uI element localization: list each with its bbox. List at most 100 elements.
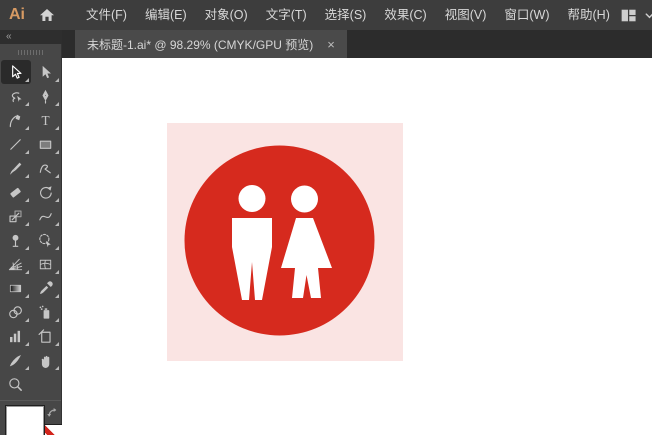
tool-width[interactable] <box>31 204 61 228</box>
swap-fill-stroke-icon <box>47 408 57 417</box>
flyout-indicator <box>54 150 59 154</box>
tool-rectangle[interactable] <box>31 132 61 156</box>
tools-panel: « T <box>0 30 63 435</box>
tool-shape-builder[interactable] <box>31 228 61 252</box>
lasso-tool-icon <box>11 91 22 102</box>
tool-artboard[interactable] <box>31 324 61 348</box>
rotate-tool-icon <box>40 185 52 199</box>
tool-blend[interactable] <box>1 300 31 324</box>
symbol-sprayer-tool-icon <box>39 305 50 319</box>
shape-builder-tool-icon <box>39 233 51 247</box>
flyout-indicator <box>24 126 29 130</box>
tool-grid: T <box>0 60 61 396</box>
eraser-tool-icon <box>10 187 21 197</box>
perspective-grid-tool-icon <box>8 258 23 270</box>
artwork-background-square[interactable] <box>167 123 403 361</box>
document-tab-title: 未标题-1.ai* @ 98.29% (CMYK/GPU 预览) <box>87 37 314 52</box>
flyout-indicator <box>54 78 59 82</box>
restroom-icon-artwork <box>184 145 375 336</box>
flyout-indicator <box>54 294 59 298</box>
flyout-indicator <box>24 78 29 82</box>
panel-collapse-strip[interactable]: « <box>0 30 62 44</box>
tool-shaper[interactable] <box>31 156 61 180</box>
menu-help[interactable]: 帮助(H) <box>559 0 619 30</box>
tool-knife[interactable] <box>1 348 31 372</box>
tool-hand[interactable] <box>31 348 61 372</box>
fill-stroke-swatches <box>0 400 63 435</box>
toolbar: T <box>0 44 63 435</box>
flyout-indicator <box>54 102 59 106</box>
puppet-warp-tool-icon <box>12 234 19 247</box>
paintbrush-tool-icon <box>10 162 22 175</box>
menu-view[interactable]: 视图(V) <box>436 0 496 30</box>
tool-eraser[interactable] <box>1 180 31 204</box>
tool-scale[interactable] <box>1 204 31 228</box>
shaper-tool-icon <box>39 164 51 173</box>
tool-empty-cell <box>31 372 61 396</box>
menu-window[interactable]: 窗口(W) <box>495 0 558 30</box>
swap-fill-stroke-button[interactable] <box>45 405 60 425</box>
chevron-down-icon <box>645 12 652 18</box>
width-tool-icon <box>39 212 52 220</box>
tool-mesh[interactable] <box>31 252 61 276</box>
flyout-indicator <box>54 198 59 202</box>
collapse-panel-icon: « <box>6 31 12 42</box>
toolbar-drag-handle[interactable] <box>17 50 44 55</box>
tool-direct-selection[interactable] <box>31 60 61 84</box>
flyout-indicator <box>54 318 59 322</box>
flyout-indicator <box>24 102 29 106</box>
pen-tool-icon <box>42 89 49 104</box>
document-tab[interactable]: 未标题-1.ai* @ 98.29% (CMYK/GPU 预览) × <box>75 30 347 58</box>
flyout-indicator <box>54 174 59 178</box>
tool-type[interactable]: T <box>31 108 61 132</box>
scale-tool-icon <box>9 209 22 222</box>
selection-tool-icon <box>12 64 22 79</box>
tool-lasso[interactable] <box>1 84 31 108</box>
flyout-indicator <box>54 126 59 130</box>
tool-line-segment[interactable] <box>1 132 31 156</box>
tool-puppet-warp[interactable] <box>1 228 31 252</box>
fill-swatch[interactable] <box>5 405 45 435</box>
menu-select[interactable]: 选择(S) <box>316 0 376 30</box>
tool-rotate[interactable] <box>31 180 61 204</box>
tool-column-graph[interactable] <box>1 324 31 348</box>
flyout-indicator <box>54 270 59 274</box>
rectangle-tool-icon <box>39 140 52 149</box>
tool-paintbrush[interactable] <box>1 156 31 180</box>
flyout-indicator <box>24 222 29 226</box>
flyout-indicator <box>24 318 29 322</box>
tool-perspective-grid[interactable] <box>1 252 31 276</box>
flyout-indicator <box>24 150 29 154</box>
canvas[interactable] <box>62 58 652 435</box>
svg-text:T: T <box>41 112 49 127</box>
tool-zoom[interactable] <box>1 372 31 396</box>
menu-effect[interactable]: 效果(C) <box>375 0 435 30</box>
flyout-indicator <box>24 198 29 202</box>
menu-object[interactable]: 对象(O) <box>196 0 257 30</box>
menu-file[interactable]: 文件(F) <box>77 0 136 30</box>
menu-edit[interactable]: 编辑(E) <box>136 0 196 30</box>
direct-selection-tool-icon <box>42 65 51 78</box>
tool-curvature[interactable] <box>1 108 31 132</box>
workspace-switcher-button[interactable] <box>619 6 638 25</box>
flyout-indicator <box>24 270 29 274</box>
tool-symbol-sprayer[interactable] <box>31 300 61 324</box>
hand-tool-icon <box>41 355 50 368</box>
type-tool-icon: T <box>41 112 49 127</box>
tool-gradient[interactable] <box>1 276 31 300</box>
menu-type[interactable]: 文字(T) <box>257 0 316 30</box>
tool-pen[interactable] <box>31 84 61 108</box>
blend-tool-icon <box>9 305 22 318</box>
home-button[interactable] <box>38 6 56 24</box>
close-tab-icon[interactable]: × <box>327 38 335 51</box>
knife-tool-icon <box>9 354 21 366</box>
illustrator-window: Ai 文件(F) 编辑(E) 对象(O) 文字(T) 选择(S) 效果(C) 视… <box>0 0 652 435</box>
tool-eyedropper[interactable] <box>31 276 61 300</box>
eyedropper-tool-icon <box>40 280 53 294</box>
tool-selection[interactable] <box>0 60 31 84</box>
workspace-menu-button[interactable] <box>644 10 652 21</box>
flyout-indicator <box>24 294 29 298</box>
flyout-indicator <box>54 222 59 226</box>
gradient-tool-icon <box>9 284 22 292</box>
mesh-tool-icon <box>39 259 52 269</box>
